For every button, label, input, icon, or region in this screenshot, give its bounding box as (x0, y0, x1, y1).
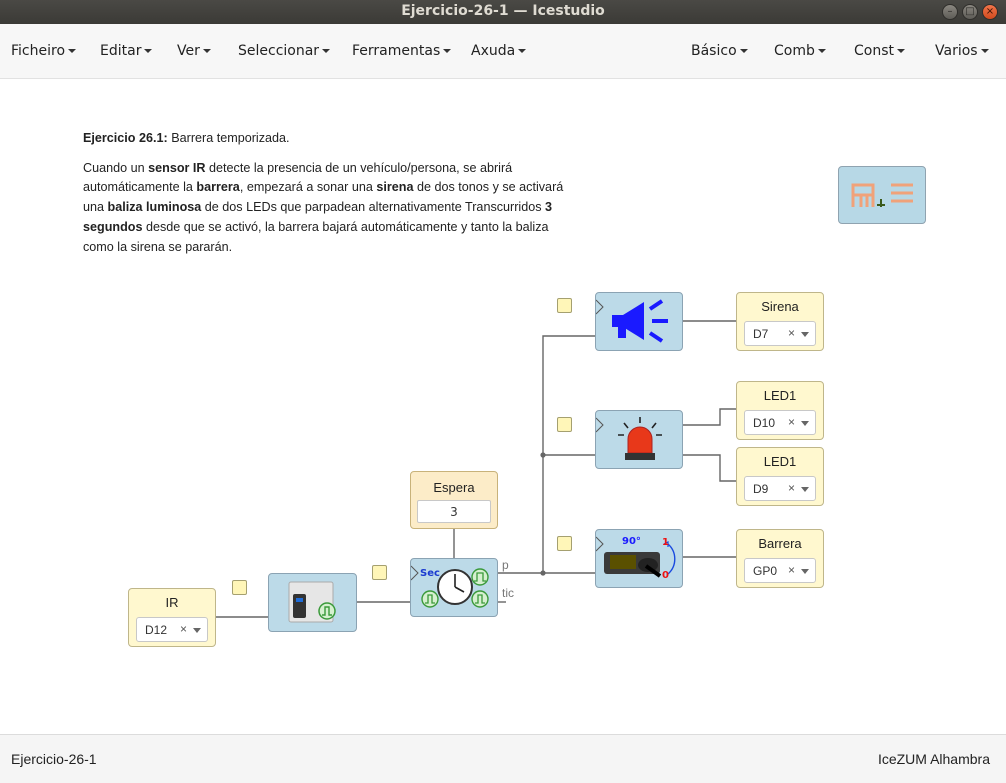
output-block-led1-b[interactable]: LED1 D9 × (736, 447, 824, 506)
output-label: Sirena (761, 299, 799, 314)
project-name: Ejercicio-26-1 (11, 751, 97, 767)
input-label: IR (165, 595, 179, 610)
pin-select[interactable]: GP0 × (744, 558, 816, 583)
siren-block[interactable] (595, 292, 683, 351)
output-block-led1-a[interactable]: LED1 D10 × (736, 381, 824, 440)
port-label-p: p (502, 558, 509, 572)
output-label: LED1 (763, 454, 797, 469)
clock-input[interactable] (372, 565, 387, 580)
chevron-down-icon (801, 421, 809, 426)
timer-block[interactable]: Sec (410, 558, 498, 617)
clock-input[interactable] (232, 580, 247, 595)
clear-icon[interactable]: × (788, 563, 795, 577)
port-label-tic: tic (502, 586, 514, 600)
servo-block[interactable]: 90° 1 0 (595, 529, 683, 588)
wires-layer (216, 320, 736, 618)
output-label: Barrera (758, 536, 802, 551)
ir-sensor-block[interactable] (268, 573, 357, 632)
chevron-down-icon (801, 569, 809, 574)
clear-icon[interactable]: × (180, 622, 187, 636)
speaker-icon (595, 299, 668, 343)
timer-unit-label: Sec (420, 568, 440, 579)
beacon-light-icon (595, 417, 662, 460)
statusbar: Ejercicio-26-1 IceZUM Alhambra (0, 734, 1006, 783)
clock-input[interactable] (557, 417, 572, 432)
chevron-down-icon (801, 332, 809, 337)
clear-icon[interactable]: × (788, 326, 795, 340)
pin-select[interactable]: D12 × (136, 617, 208, 642)
pin-select[interactable]: D7 × (744, 321, 816, 346)
param-label: Espera (433, 480, 475, 495)
beacon-block[interactable] (595, 410, 683, 469)
pin-select[interactable]: D9 × (744, 476, 816, 501)
clock-input[interactable] (557, 298, 572, 313)
output-block-sirena[interactable]: Sirena D7 × (736, 292, 824, 351)
servo-one-label: 1 (662, 537, 669, 548)
clear-icon[interactable]: × (788, 415, 795, 429)
pin-select[interactable]: D10 × (744, 410, 816, 435)
clock-input[interactable] (557, 536, 572, 551)
input-block-ir[interactable]: IR D12 × (128, 588, 216, 647)
servo-angle-label: 90° (622, 536, 641, 547)
output-block-barrera[interactable]: Barrera GP0 × (736, 529, 824, 588)
board-name[interactable]: IceZUM Alhambra (878, 751, 990, 767)
chevron-down-icon (801, 487, 809, 492)
param-value-input[interactable]: 3 (417, 500, 491, 523)
ir-sensor-icon (288, 581, 336, 623)
param-espera[interactable]: Espera 3 (410, 471, 498, 529)
clear-icon[interactable]: × (788, 481, 795, 495)
chevron-down-icon (193, 628, 201, 633)
servo-zero-label: 0 (662, 570, 669, 581)
output-label: LED1 (763, 388, 797, 403)
